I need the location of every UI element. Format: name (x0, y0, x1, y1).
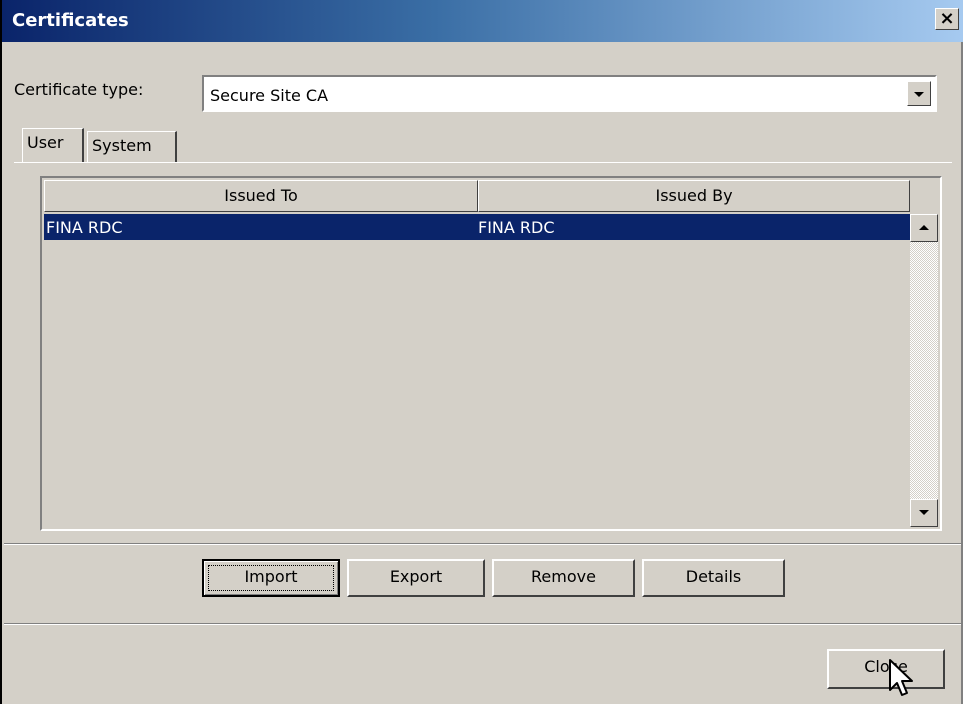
close-icon[interactable]: × (935, 8, 959, 30)
dialog-title: Certificates (12, 10, 129, 31)
divider (4, 623, 961, 625)
chevron-down-icon[interactable] (907, 81, 931, 106)
tab-system[interactable]: System (87, 131, 177, 163)
divider (4, 543, 961, 545)
column-header-issued-to[interactable]: Issued To (44, 180, 478, 212)
tab-user[interactable]: User (22, 128, 84, 163)
scroll-down-icon[interactable] (910, 499, 938, 527)
table-row[interactable]: FINA RDC FINA RDC (44, 214, 910, 240)
column-header-issued-by[interactable]: Issued By (478, 180, 910, 212)
certificate-type-value: Secure Site CA (210, 86, 329, 105)
certificate-type-dropdown[interactable]: Secure Site CA (202, 75, 937, 112)
focus-ring (208, 565, 334, 591)
mouse-pointer-icon (889, 659, 913, 696)
certificates-dialog: Certificates × Certificate type: Secure … (0, 0, 963, 704)
certificate-list[interactable]: Issued To Issued By FINA RDC FINA RDC (40, 176, 942, 531)
remove-button[interactable]: Remove (492, 559, 635, 597)
details-button[interactable]: Details (642, 559, 785, 597)
cell-issued-to: FINA RDC (46, 218, 123, 237)
close-button[interactable]: Close (827, 649, 945, 689)
cell-issued-by: FINA RDC (478, 218, 555, 237)
title-bar[interactable]: Certificates × (2, 0, 963, 42)
tab-panel-border (14, 162, 952, 163)
vertical-scrollbar[interactable] (910, 214, 938, 527)
export-button[interactable]: Export (347, 559, 485, 597)
certificate-type-label: Certificate type: (14, 80, 144, 99)
scroll-up-icon[interactable] (910, 214, 938, 242)
import-button[interactable]: Import (202, 559, 340, 597)
